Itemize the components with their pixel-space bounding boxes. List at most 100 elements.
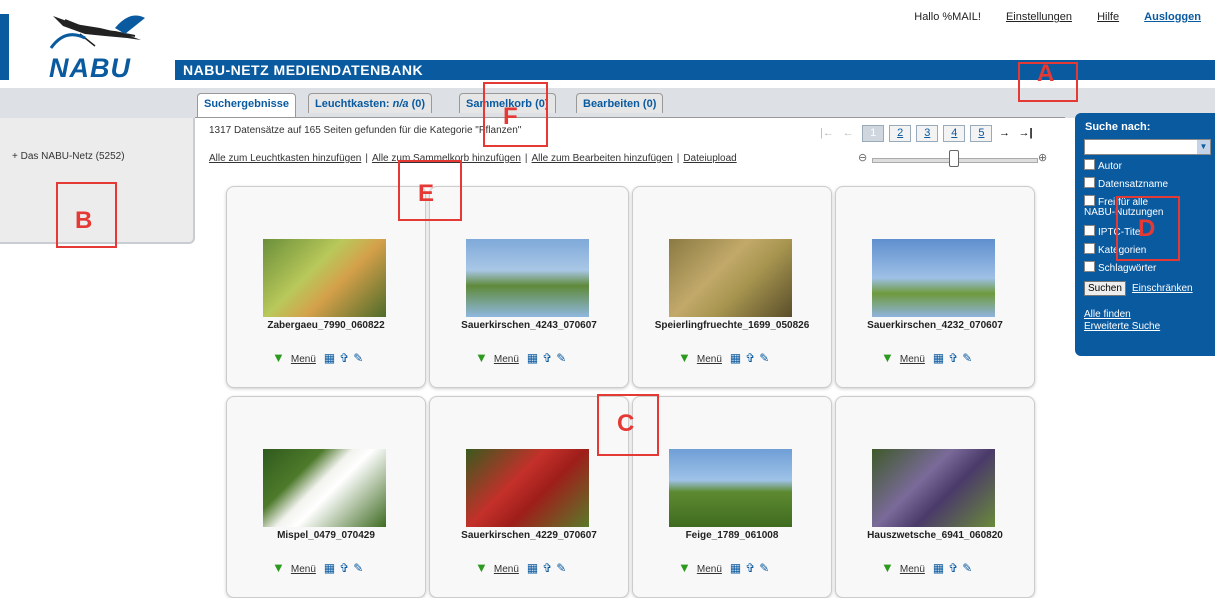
prev-page-button[interactable]: ← (839, 127, 857, 139)
image-thumbnail[interactable] (669, 449, 792, 527)
lightbox-icon[interactable]: ▦ (933, 351, 944, 365)
image-thumbnail[interactable] (466, 239, 589, 317)
tree-item-nabu-netz[interactable]: + Das NABU-Netz (5252) (12, 151, 125, 162)
edit-icon[interactable]: ✎ (556, 561, 566, 575)
image-thumbnail[interactable] (669, 239, 792, 317)
download-icon[interactable]: ▼ (678, 560, 691, 575)
file-upload-link[interactable]: Dateiupload (683, 153, 736, 164)
image-card[interactable]: Mispel_0479_070429 ▼ Menü ▦ ✞ ✎ (226, 396, 426, 598)
card-menu-link[interactable]: Menü (697, 564, 722, 575)
cart-icon[interactable]: ✞ (542, 351, 552, 365)
card-menu-link[interactable]: Menü (494, 564, 519, 575)
page-5[interactable]: 5 (970, 125, 993, 142)
settings-link[interactable]: Einstellungen (1006, 11, 1072, 23)
lightbox-icon[interactable]: ▦ (730, 561, 741, 575)
checkbox[interactable] (1084, 261, 1095, 272)
lightbox-icon[interactable]: ▦ (324, 351, 335, 365)
option-keywords[interactable]: Schlagwörter (1084, 261, 1156, 274)
zoom-slider-thumb[interactable] (949, 150, 959, 167)
cart-icon[interactable]: ✞ (339, 561, 349, 575)
annotation-label-b: B (75, 207, 93, 234)
page-3[interactable]: 3 (916, 125, 939, 142)
cart-icon[interactable]: ✞ (542, 561, 552, 575)
image-caption: Feige_1789_061008 (685, 530, 779, 541)
download-icon[interactable]: ▼ (272, 350, 285, 365)
cart-icon[interactable]: ✞ (339, 351, 349, 365)
search-input[interactable]: ▼ (1084, 139, 1211, 155)
image-card[interactable]: Hauszwetsche_6941_060820 ▼ Menü ▦ ✞ ✎ (835, 396, 1035, 598)
image-thumbnail[interactable] (263, 239, 386, 317)
image-card[interactable]: Speierlingfruechte_1699_050826 ▼ Menü ▦ ✞ ✎ (632, 186, 832, 388)
restrict-link[interactable]: Einschränken (1132, 283, 1193, 294)
edit-icon[interactable]: ✎ (962, 351, 972, 365)
card-menu-link[interactable]: Menü (291, 564, 316, 575)
image-thumbnail[interactable] (872, 239, 995, 317)
find-all-link[interactable]: Alle finden (1084, 309, 1131, 320)
annotation-label-f: F (503, 103, 518, 130)
checkbox[interactable] (1084, 159, 1095, 170)
cart-icon[interactable]: ✞ (745, 351, 755, 365)
lightbox-icon[interactable]: ▦ (527, 561, 538, 575)
checkbox[interactable] (1084, 225, 1095, 236)
cart-icon[interactable]: ✞ (948, 351, 958, 365)
download-icon[interactable]: ▼ (881, 350, 894, 365)
card-menu-link[interactable]: Menü (291, 354, 316, 365)
tab-search-results[interactable]: Suchergebnisse (197, 93, 296, 117)
zoom-in-icon[interactable]: ⊕ (1038, 151, 1047, 164)
first-page-button[interactable]: |← (818, 127, 836, 139)
search-button[interactable]: Suchen (1084, 281, 1126, 296)
add-all-edit-link[interactable]: Alle zum Bearbeiten hinzufügen (532, 153, 673, 164)
image-caption: Zabergaeu_7990_060822 (267, 320, 385, 331)
download-icon[interactable]: ▼ (272, 560, 285, 575)
image-card[interactable]: Feige_1789_061008 ▼ Menü ▦ ✞ ✎ (632, 396, 832, 598)
annotation-label-a: A (1037, 60, 1055, 87)
image-thumbnail[interactable] (263, 449, 386, 527)
lightbox-icon[interactable]: ▦ (527, 351, 538, 365)
image-card[interactable]: Sauerkirschen_4232_070607 ▼ Menü ▦ ✞ ✎ (835, 186, 1035, 388)
edit-icon[interactable]: ✎ (353, 561, 363, 575)
advanced-search-link[interactable]: Erweiterte Suche (1084, 321, 1160, 332)
option-record-name[interactable]: Datensatzname (1084, 177, 1168, 190)
image-thumbnail[interactable] (466, 449, 589, 527)
card-menu-link[interactable]: Menü (900, 564, 925, 575)
image-caption: Speierlingfruechte_1699_050826 (654, 320, 810, 331)
tab-lightbox[interactable]: Leuchtkasten: n/a (0) (308, 93, 433, 113)
annotation-label-c: C (617, 410, 635, 437)
chevron-down-icon[interactable]: ▼ (1197, 140, 1210, 154)
page-4[interactable]: 4 (943, 125, 966, 142)
edit-icon[interactable]: ✎ (759, 351, 769, 365)
option-author[interactable]: Autor (1084, 159, 1122, 172)
help-link[interactable]: Hilfe (1097, 11, 1119, 23)
checkbox[interactable] (1084, 177, 1095, 188)
edit-icon[interactable]: ✎ (759, 561, 769, 575)
image-thumbnail[interactable] (872, 449, 995, 527)
last-page-button[interactable]: →| (1017, 127, 1035, 139)
image-card[interactable]: Zabergaeu_7990_060822 ▼ Menü ▦ ✞ ✎ (226, 186, 426, 388)
zoom-out-icon[interactable]: ⊖ (858, 151, 867, 164)
add-all-lightbox-link[interactable]: Alle zum Leuchtkasten hinzufügen (209, 153, 361, 164)
cart-icon[interactable]: ✞ (745, 561, 755, 575)
card-menu-link[interactable]: Menü (697, 354, 722, 365)
next-page-button[interactable]: → (995, 127, 1013, 139)
lightbox-icon[interactable]: ▦ (730, 351, 741, 365)
app-title: NABU-NETZ MEDIENDATENBANK (183, 62, 424, 78)
page-2[interactable]: 2 (889, 125, 912, 142)
lightbox-icon[interactable]: ▦ (324, 561, 335, 575)
download-icon[interactable]: ▼ (475, 350, 488, 365)
edit-icon[interactable]: ✎ (353, 351, 363, 365)
download-icon[interactable]: ▼ (881, 560, 894, 575)
page-1[interactable]: 1 (862, 125, 885, 142)
download-icon[interactable]: ▼ (678, 350, 691, 365)
checkbox[interactable] (1084, 243, 1095, 254)
tab-edit[interactable]: Bearbeiten (0) (576, 93, 664, 113)
download-icon[interactable]: ▼ (475, 560, 488, 575)
edit-icon[interactable]: ✎ (556, 351, 566, 365)
card-menu-link[interactable]: Menü (494, 354, 519, 365)
lightbox-icon[interactable]: ▦ (933, 561, 944, 575)
card-menu-link[interactable]: Menü (900, 354, 925, 365)
checkbox[interactable] (1084, 195, 1095, 206)
top-links: Hallo %MAIL! Einstellungen Hilfe Auslogg… (892, 11, 1201, 23)
logout-link[interactable]: Ausloggen (1144, 11, 1201, 23)
cart-icon[interactable]: ✞ (948, 561, 958, 575)
edit-icon[interactable]: ✎ (962, 561, 972, 575)
